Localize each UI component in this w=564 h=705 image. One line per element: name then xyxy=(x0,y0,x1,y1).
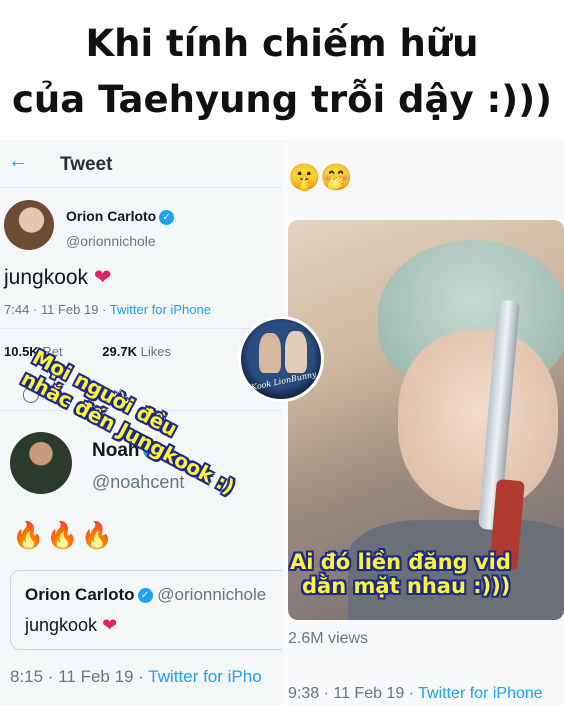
tweet-meta: 7:44 · 11 Feb 19 · Twitter for iPhone xyxy=(4,302,211,317)
watermark-logo: VKook LionBunny xyxy=(238,316,324,402)
reply-author-handle[interactable]: @noahcent xyxy=(92,472,184,493)
verified-badge-icon: ✓ xyxy=(159,209,175,225)
logo-figure xyxy=(259,333,281,373)
fire-emojis: 🔥🔥🔥 xyxy=(12,520,116,550)
tweet-text: jungkook ❤ xyxy=(4,265,112,290)
likes-label: Likes xyxy=(140,344,171,359)
avatar[interactable] xyxy=(10,432,72,494)
header-title: Tweet xyxy=(60,154,113,175)
video-meta: 9:38 · 11 Feb 19 · Twitter for iPhone xyxy=(288,685,543,703)
right-caption: Ai đó liền đăng vid dằn mặt nhau :))) xyxy=(290,550,511,598)
avatar[interactable] xyxy=(4,200,54,250)
video-source[interactable]: Twitter for iPhone xyxy=(418,685,543,702)
tweet-time: 7:44 · 11 Feb 19 · xyxy=(4,302,110,317)
view-count: 2.6M views xyxy=(288,630,369,647)
heart-icon: ❤ xyxy=(93,266,112,289)
divider xyxy=(0,328,282,329)
quoted-author-name: Orion Carloto xyxy=(25,585,135,604)
quoted-text: jungkook ❤ xyxy=(25,615,117,636)
tweet-source[interactable]: Twitter for iPhone xyxy=(110,302,211,317)
video-tweet-panel: 🤫🤭 2.6M views 9:38 · 11 Feb 19 · Twitter… xyxy=(282,140,564,705)
meme-title-line1: Khi tính chiếm hữu xyxy=(85,22,479,65)
meme-title-line2: của Taehyung trỗi dậy :))) xyxy=(11,78,553,121)
tweet-header: ← Tweet xyxy=(0,140,282,188)
author-handle[interactable]: @orionnichole xyxy=(66,233,156,249)
right-caption-line1: Ai đó liền đăng vid xyxy=(290,550,511,574)
quoted-author: Orion Carloto ✓ @orionnichole xyxy=(25,585,266,605)
reply-source[interactable]: Twitter for iPho xyxy=(148,667,261,686)
quoted-text-content: jungkook xyxy=(25,615,98,635)
quoted-tweet[interactable]: Orion Carloto ✓ @orionnichole jungkook ❤ xyxy=(10,570,282,650)
logo-figure xyxy=(285,331,307,373)
heart-icon: ❤ xyxy=(102,615,118,635)
likes-count[interactable]: 29.7K xyxy=(102,344,137,359)
verified-badge-icon: ✓ xyxy=(137,588,153,604)
emoji-row: 🤫🤭 xyxy=(288,162,353,192)
reply-meta: 8:15 · 11 Feb 19 · Twitter for iPho xyxy=(10,667,262,687)
video-time: 9:38 · 11 Feb 19 · xyxy=(288,685,419,702)
author-name[interactable]: Orion Carloto ✓ xyxy=(66,208,175,225)
meme-title: Khi tính chiếm hữu của Taehyung trỗi dậy… xyxy=(0,0,564,135)
back-arrow-icon[interactable]: ← xyxy=(8,150,28,173)
video-subject-face xyxy=(398,330,558,510)
right-caption-line2: dằn mặt nhau :))) xyxy=(302,574,511,598)
tweet-stats: 10.5K Ret 29.7K Likes xyxy=(4,344,171,359)
tweet-text-content: jungkook xyxy=(4,266,89,289)
author-name-text: Orion Carloto xyxy=(66,208,157,224)
reply-time: 8:15 · 11 Feb 19 · xyxy=(10,667,149,686)
quoted-author-handle: @orionnichole xyxy=(157,585,267,604)
watermark-text: VKook LionBunny xyxy=(244,369,318,394)
